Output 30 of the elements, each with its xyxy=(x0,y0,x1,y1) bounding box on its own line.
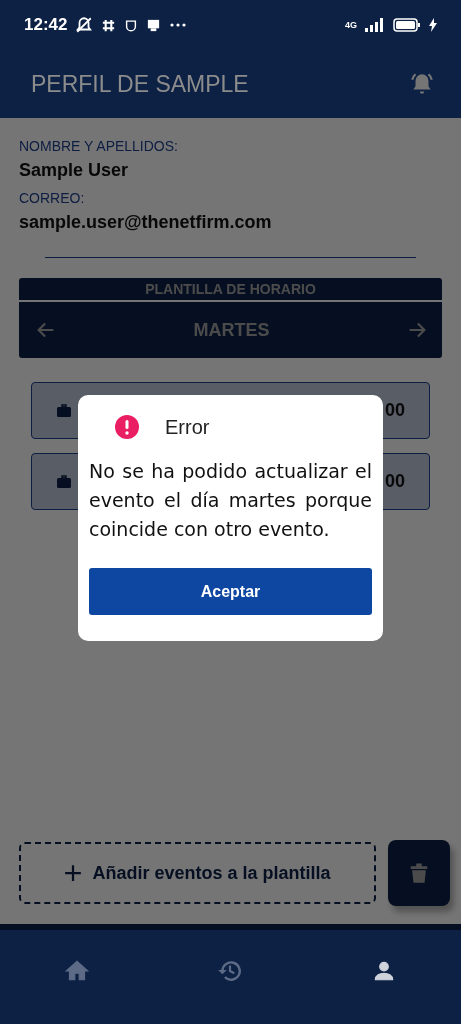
trash-icon xyxy=(408,861,430,885)
briefcase-icon xyxy=(56,402,72,419)
add-events-button[interactable]: Añadir eventos a la plantilla xyxy=(19,842,376,904)
event-time: 00 xyxy=(384,400,405,421)
hash-icon xyxy=(101,17,117,33)
accept-button[interactable]: Aceptar xyxy=(89,568,372,615)
name-label: NOMBRE Y APELLIDOS: xyxy=(19,138,179,154)
dialog-title: Error xyxy=(165,415,210,439)
dialog-message: No se ha podido actualizar el evento el día martes porque coincide con otro evento. xyxy=(89,459,372,542)
error-icon xyxy=(115,415,139,439)
more-icon xyxy=(169,22,188,28)
briefcase-icon xyxy=(56,473,72,490)
muted-bell-icon xyxy=(75,16,94,34)
history-icon[interactable] xyxy=(217,958,244,984)
network-type: 4G xyxy=(345,20,357,30)
signal-icon xyxy=(365,18,385,32)
schedule-title: PLANTILLA DE HORARIO xyxy=(19,278,442,302)
user-name: Sample User xyxy=(19,160,130,181)
charging-icon xyxy=(429,18,437,32)
plus-icon xyxy=(64,864,83,882)
bell-icon[interactable] xyxy=(409,71,435,97)
email-label: CORREO: xyxy=(19,190,86,206)
shield-icon xyxy=(124,17,139,33)
status-time: 12:42 xyxy=(24,15,68,35)
user-email: sample.user@thenetfirm.com xyxy=(19,212,273,233)
day-label: MARTES xyxy=(193,319,270,341)
battery-icon xyxy=(393,18,421,32)
event-time: 00 xyxy=(384,471,405,492)
delete-button[interactable] xyxy=(388,840,450,906)
page-title: PERFIL DE SAMPLE xyxy=(31,70,249,98)
